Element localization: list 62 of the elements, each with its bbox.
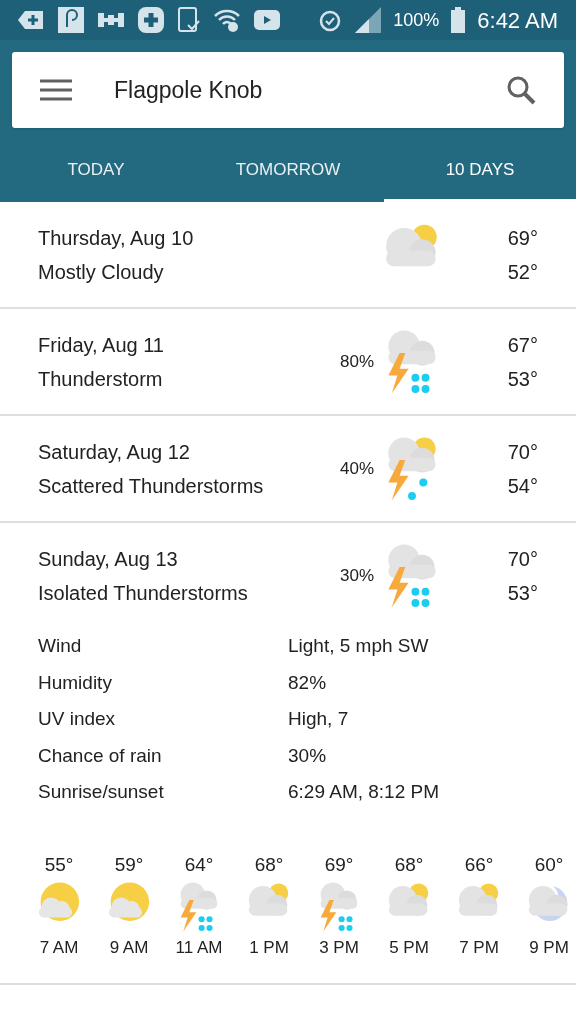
hour-temp: 68° <box>254 852 284 877</box>
hour-temp: 66° <box>464 852 494 877</box>
location-name: Flagpole Knob <box>114 75 264 105</box>
day-date: Friday, Aug 11 <box>38 332 165 358</box>
signal-icon <box>355 7 382 33</box>
high-temp: 70° <box>507 546 538 572</box>
low-temp: 53° <box>507 580 538 606</box>
day-condition: Isolated Thunderstorms <box>38 580 249 606</box>
hour-time: 5 PM <box>389 937 429 959</box>
high-temp: 69° <box>507 225 538 251</box>
tab[interactable]: TODAY <box>0 140 192 202</box>
low-temp: 53° <box>507 366 538 392</box>
day-date: Sunday, Aug 13 <box>38 546 179 572</box>
tablet-check-icon <box>178 7 200 33</box>
detail-label: Wind <box>38 634 83 658</box>
hour-time: 3 PM <box>319 937 359 959</box>
detail-value: High, 7 <box>288 707 350 731</box>
add-tag-icon <box>18 9 44 31</box>
low-temp: 52° <box>507 259 538 285</box>
search-bar[interactable]: Flagpole Knob <box>12 52 564 128</box>
hour-time: 7 PM <box>459 937 499 959</box>
hour-time: 9 PM <box>529 937 569 959</box>
clock: 6:42 AM <box>477 6 558 35</box>
hour-temp: 55° <box>44 852 74 877</box>
detail-label: UV index <box>38 707 117 731</box>
hour-temp: 69° <box>324 852 354 877</box>
detail-value: 30% <box>288 743 328 768</box>
hour-time: 9 AM <box>109 937 149 959</box>
precip-chance: 30% <box>339 564 374 587</box>
high-temp: 70° <box>507 439 538 465</box>
hour-temp: 68° <box>394 852 424 877</box>
detail-label: Sunrise/sunset <box>38 780 165 804</box>
detail-value: 82% <box>288 670 328 695</box>
day-date: Thursday, Aug 10 <box>38 225 195 251</box>
hour-temp: 64° <box>184 852 214 877</box>
detail-value: 6:29 AM, 8:12 PM <box>288 780 441 804</box>
battery-percent: 100% <box>393 8 440 32</box>
wifi-icon <box>214 8 240 32</box>
menu-icon[interactable] <box>40 79 72 101</box>
precip-chance: 80% <box>339 350 374 373</box>
play-icon <box>254 10 280 30</box>
day-condition: Scattered Thunderstorms <box>38 473 265 499</box>
hour-time: 11 AM <box>175 937 223 959</box>
low-temp: 54° <box>507 473 538 499</box>
hour-time: 7 AM <box>39 937 79 959</box>
high-temp: 67° <box>507 332 538 358</box>
battery-icon <box>451 7 466 33</box>
day-condition: Thunderstorm <box>38 366 164 392</box>
app-icon <box>58 7 84 33</box>
day-date: Saturday, Aug 12 <box>38 439 191 465</box>
detail-label: Chance of rain <box>38 743 163 768</box>
detail-label: Humidity <box>38 670 113 695</box>
hour-temp: 59° <box>114 852 144 877</box>
hour-time: 1 PM <box>249 937 289 959</box>
tab[interactable]: TOMORROW <box>192 140 384 202</box>
tab[interactable]: 10 DAYS <box>384 140 576 202</box>
precip-chance: 40% <box>339 457 374 480</box>
detail-value: Light, 5 mph SW <box>288 634 430 658</box>
search-icon[interactable] <box>506 75 536 105</box>
hour-temp: 60° <box>534 852 564 877</box>
day-condition: Mostly Cloudy <box>38 259 165 285</box>
plus-icon <box>138 7 164 33</box>
